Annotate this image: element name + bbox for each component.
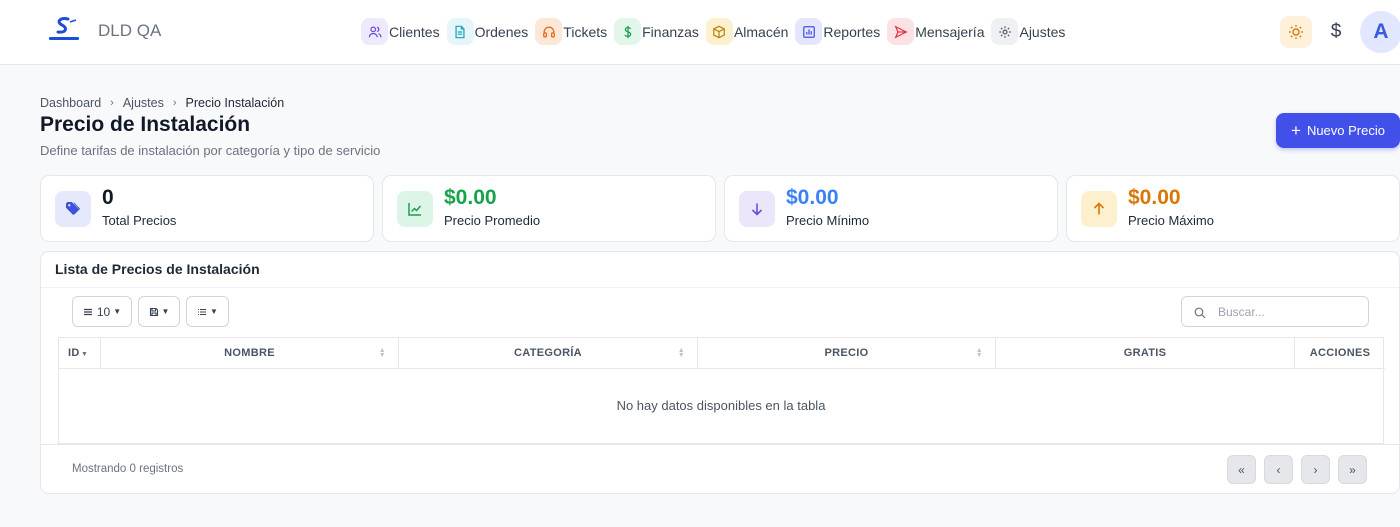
stat-card-average: $0.00 Precio Promedio <box>382 175 716 242</box>
box-icon <box>705 18 733 45</box>
table-info: Mostrando 0 registros <box>72 463 184 475</box>
save-icon <box>149 307 158 316</box>
stat-label: Precio Mínimo <box>786 213 870 228</box>
column-header-label: NOMBRE <box>224 347 275 359</box>
nav-label: Ajustes <box>1019 23 1066 40</box>
column-header-label: GRATIS <box>1123 347 1167 359</box>
search-box[interactable] <box>1181 296 1369 327</box>
stat-value: $0.00 <box>1128 186 1181 209</box>
breadcrumb-item-dashboard[interactable]: Dashboard <box>40 96 101 110</box>
column-header-label: PRECIO <box>824 347 869 359</box>
nav-label: Ordenes <box>474 23 529 40</box>
column-header-label: ID <box>68 347 80 359</box>
send-icon <box>887 18 915 45</box>
nav-label: Mensajería <box>915 23 985 40</box>
nav-item-tickets[interactable]: Tickets <box>535 18 607 45</box>
first-page-button[interactable]: « <box>1227 455 1256 484</box>
breadcrumb-item-ajustes[interactable]: Ajustes <box>123 96 164 110</box>
stat-card-maximum: $0.00 Precio Máximo <box>1066 175 1400 242</box>
currency-button[interactable]: $ <box>1327 18 1345 46</box>
top-navbar: DLD QA Clientes Ordenes Tickets Finanzas <box>0 0 1400 65</box>
sun-icon <box>1289 25 1303 39</box>
sort-icon: ▲ ▼ <box>975 347 983 359</box>
chevron-right-icon: › <box>110 97 114 109</box>
tag-icon <box>55 191 91 227</box>
column-header-label: ACCIONES <box>1309 347 1371 359</box>
price-table: ID ▼ NOMBRE ▲ ▼ CATEGORÍA ▲ ▼ PRECIO ▲ ▼ GR… <box>58 337 1385 444</box>
plus-icon: + <box>1291 121 1301 140</box>
stat-value: 0 <box>102 186 114 209</box>
stat-label: Precio Máximo <box>1128 213 1214 228</box>
skylink-logo-icon[interactable] <box>46 16 82 44</box>
stat-label: Total Precios <box>102 213 177 228</box>
next-page-button[interactable]: › <box>1301 455 1330 484</box>
bar-chart-icon <box>795 18 823 45</box>
dollar-icon <box>614 18 642 45</box>
stat-value: $0.00 <box>786 186 839 209</box>
nav-item-mensajeria[interactable]: Mensajería <box>887 18 984 45</box>
stat-label: Precio Promedio <box>444 213 541 228</box>
last-page-button[interactable]: » <box>1338 455 1367 484</box>
page-subtitle: Define tarifas de instalación por catego… <box>40 143 381 158</box>
list-icon <box>83 308 92 315</box>
nav-item-finanzas[interactable]: Finanzas <box>614 18 699 45</box>
columns-icon <box>198 308 207 315</box>
caret-down-icon: ▼ <box>210 307 218 316</box>
arrow-down-icon <box>739 191 775 227</box>
breadcrumb: Dashboard › Ajustes › Precio Instalación <box>40 96 284 110</box>
nav-label: Almacén <box>733 23 789 40</box>
nav-item-reportes[interactable]: Reportes <box>795 18 880 45</box>
new-price-button-label: Nuevo Precio <box>1306 123 1385 138</box>
column-header-acciones: ACCIONES <box>1295 338 1385 369</box>
column-header-label: CATEGORÍA <box>514 347 582 359</box>
nav-item-ordenes[interactable]: Ordenes <box>446 18 529 45</box>
caret-down-icon: ▼ <box>113 307 122 316</box>
divider <box>41 444 1399 445</box>
nav-label: Tickets <box>563 23 608 40</box>
page-length-value: 10 <box>96 304 111 319</box>
nav-label: Reportes <box>823 23 881 40</box>
caret-down-icon: ▼ <box>161 307 170 316</box>
column-visibility-button[interactable]: ▼ <box>186 296 229 327</box>
sort-desc-icon: ▼ <box>81 351 89 358</box>
search-input[interactable] <box>1218 303 1358 321</box>
export-button[interactable]: ▼ <box>138 296 180 327</box>
column-header-precio[interactable]: PRECIO ▲ ▼ <box>698 338 996 369</box>
users-icon <box>361 18 388 45</box>
panel-title: Lista de Precios de Instalación <box>55 261 260 277</box>
stat-value: $0.00 <box>444 186 497 209</box>
trend-up-icon <box>397 191 433 227</box>
empty-table-message: No hay datos disponibles en la tabla <box>616 398 826 413</box>
avatar[interactable]: A <box>1360 11 1400 53</box>
sort-icon: ▲ ▼ <box>677 347 685 359</box>
page-length-select[interactable]: 10 ▼ <box>72 296 132 327</box>
nav-item-almacen[interactable]: Almacén <box>705 18 789 45</box>
breadcrumb-current: Precio Instalación <box>185 96 285 110</box>
column-header-gratis: GRATIS <box>996 338 1295 369</box>
column-header-id[interactable]: ID ▼ <box>59 338 101 369</box>
sort-icon: ▲ ▼ <box>378 347 386 359</box>
column-header-nombre[interactable]: NOMBRE ▲ ▼ <box>101 338 399 369</box>
arrow-up-icon <box>1081 191 1117 227</box>
nav-label: Finanzas <box>642 23 699 40</box>
document-icon <box>446 18 474 45</box>
app-title[interactable]: DLD QA <box>98 21 161 41</box>
nav-item-ajustes[interactable]: Ajustes <box>991 18 1065 45</box>
new-price-button[interactable]: + Nuevo Precio <box>1276 113 1400 148</box>
gear-icon <box>991 18 1019 45</box>
previous-page-button[interactable]: ‹ <box>1264 455 1293 484</box>
divider <box>41 287 1399 288</box>
nav-label: Clientes <box>389 23 440 40</box>
chevron-right-icon: › <box>172 97 177 109</box>
stat-card-total: 0 Total Precios <box>40 175 374 242</box>
search-icon <box>1194 307 1206 319</box>
column-header-categoria[interactable]: CATEGORÍA ▲ ▼ <box>399 338 698 369</box>
price-list-panel: Lista de Precios de Instalación 10 ▼ ▼ ▼… <box>40 251 1400 494</box>
page-title: Precio de Instalación <box>40 113 251 136</box>
main-nav: Clientes Ordenes Tickets Finanzas Almacé… <box>361 18 1072 45</box>
stat-card-minimum: $0.00 Precio Mínimo <box>724 175 1058 242</box>
theme-toggle-button[interactable] <box>1280 16 1312 48</box>
nav-item-clientes[interactable]: Clientes <box>361 18 440 45</box>
headset-icon <box>535 18 563 45</box>
